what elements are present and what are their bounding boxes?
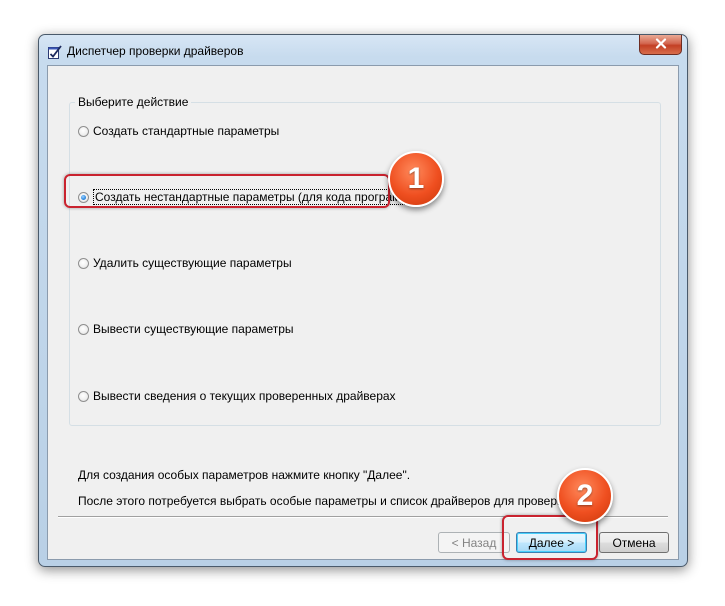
radio-create-standard[interactable] [78,125,89,137]
option-display-existing-label[interactable]: Вывести существующие параметры [93,322,294,336]
option-display-existing[interactable]: Вывести существующие параметры [78,322,294,336]
radio-display-info[interactable] [78,390,89,402]
radio-create-custom[interactable] [78,191,89,203]
info-text-line2: После этого потребуется выбрать особые п… [78,494,573,508]
option-delete-existing-label[interactable]: Удалить существующие параметры [93,256,292,270]
groupbox-legend: Выберите действие [75,95,192,109]
option-create-custom-label[interactable]: Создать нестандартные параметры (для код… [93,189,415,205]
step2-badge: 2 [557,468,613,524]
option-display-info-label[interactable]: Вывести сведения о текущих проверенных д… [93,389,396,403]
action-groupbox: Выберите действие Создать стандартные па… [69,95,661,426]
option-create-standard-label[interactable]: Создать стандартные параметры [93,124,279,138]
option-create-custom[interactable]: Создать нестандартные параметры (для код… [78,189,415,205]
window-title: Диспетчер проверки драйверов [67,44,244,58]
info-text-line1: Для создания особых параметров нажмите к… [78,468,411,482]
cancel-button[interactable]: Отмена [599,532,669,553]
close-button[interactable] [639,35,682,55]
step1-badge: 1 [388,151,444,207]
back-button[interactable]: < Назад [438,532,510,553]
radio-display-existing[interactable] [78,323,89,335]
close-icon [655,37,667,52]
title-bar[interactable]: Диспетчер проверки драйверов [39,35,687,65]
option-delete-existing[interactable]: Удалить существующие параметры [78,256,292,270]
radio-delete-existing[interactable] [78,257,89,269]
next-button[interactable]: Далее > [516,532,587,553]
option-create-standard[interactable]: Создать стандартные параметры [78,124,279,138]
checklist-icon [47,44,63,60]
option-display-info[interactable]: Вывести сведения о текущих проверенных д… [78,389,396,403]
